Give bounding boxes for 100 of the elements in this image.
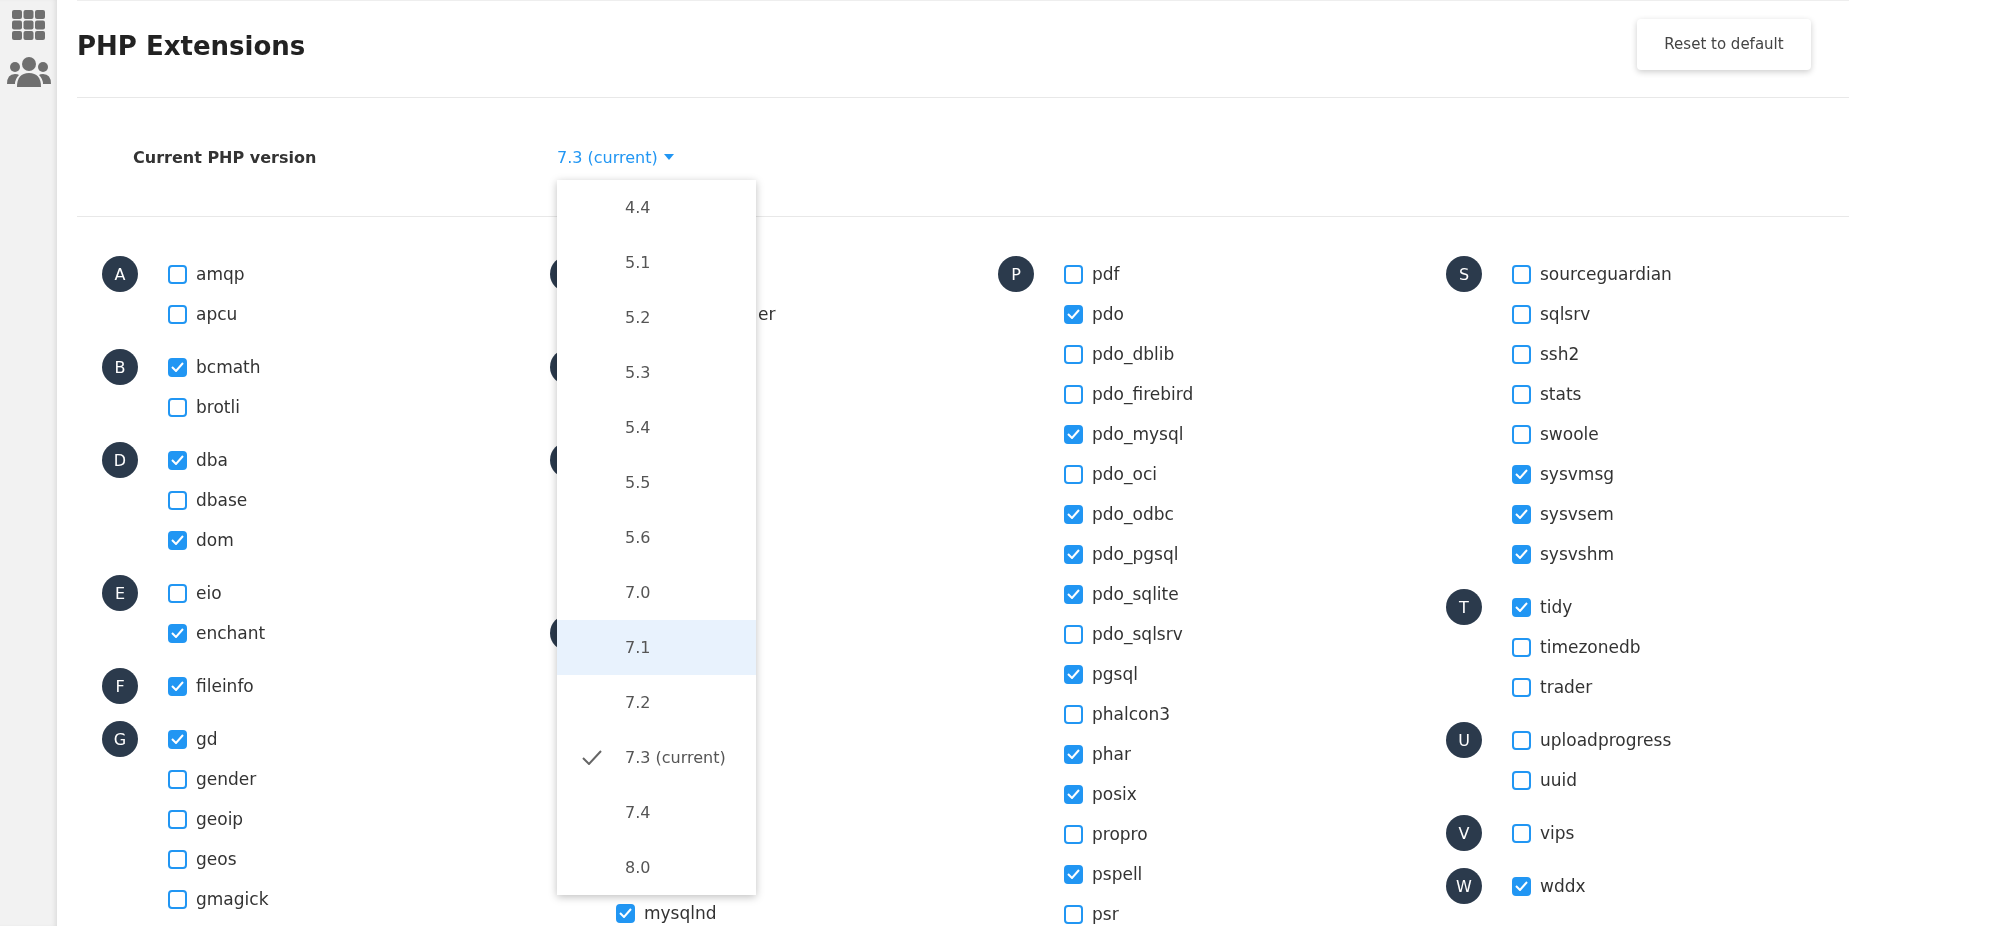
extension-label: apcu	[196, 304, 238, 324]
checkbox[interactable]	[1064, 664, 1083, 684]
extension-label: gender	[196, 769, 257, 789]
extension-label: er	[758, 304, 776, 324]
checkbox[interactable]	[168, 397, 187, 417]
checkbox[interactable]	[168, 889, 187, 909]
checkbox[interactable]	[1064, 744, 1083, 764]
version-option[interactable]: 5.6	[557, 509, 756, 565]
checkbox[interactable]	[1512, 637, 1531, 657]
version-option[interactable]: 5.2	[557, 289, 756, 345]
checkbox[interactable]	[1512, 304, 1531, 324]
checkbox[interactable]	[1064, 464, 1083, 484]
checkbox[interactable]	[168, 729, 187, 749]
extension-label: sysvmsg	[1540, 464, 1615, 484]
checkbox[interactable]	[1064, 904, 1083, 924]
checkbox[interactable]	[168, 623, 187, 643]
checkbox[interactable]	[1512, 544, 1531, 564]
version-option[interactable]: 5.1	[557, 234, 756, 290]
caret-icon	[663, 154, 674, 160]
letter-badge: S	[1446, 256, 1482, 292]
extension-label: pdo_dblib	[1092, 344, 1175, 364]
version-option[interactable]: 7.1	[557, 619, 756, 675]
version-option[interactable]: 5.3	[557, 344, 756, 400]
extension-label: brotli	[196, 397, 240, 417]
extension-label: pdo_odbc	[1092, 504, 1174, 524]
checkbox[interactable]	[1064, 584, 1083, 604]
extension-label: sysvshm	[1540, 544, 1615, 564]
version-label: Current PHP version	[133, 147, 318, 167]
checkbox[interactable]	[1512, 730, 1531, 750]
extension-label: geos	[196, 849, 237, 869]
checkbox[interactable]	[1064, 704, 1083, 724]
version-option[interactable]: 7.0	[557, 564, 756, 620]
apps-grid-icon[interactable]	[11, 10, 46, 40]
checkbox[interactable]	[1064, 264, 1083, 284]
version-option[interactable]: 4.4	[557, 179, 756, 235]
checkbox[interactable]	[1512, 464, 1531, 484]
checkbox[interactable]	[1512, 344, 1531, 364]
version-option[interactable]: 8.0	[557, 839, 756, 895]
checkbox[interactable]	[1064, 784, 1083, 804]
extension-label: dba	[196, 450, 228, 470]
checkbox[interactable]	[1512, 876, 1531, 896]
users-icon[interactable]	[6, 56, 51, 88]
extension-label: bcmath	[196, 357, 261, 377]
extension-label: pgsql	[1092, 664, 1138, 684]
checkbox[interactable]	[168, 676, 187, 696]
extension-label: timezonedb	[1540, 637, 1641, 657]
checkbox[interactable]	[168, 530, 187, 550]
extension-label: dbase	[196, 490, 248, 510]
version-option[interactable]: 7.2	[557, 674, 756, 730]
extension-label: phar	[1092, 744, 1131, 764]
reset-button[interactable]: Reset to default	[1637, 18, 1811, 70]
extension-label: uploadprogress	[1540, 730, 1672, 750]
checkbox[interactable]	[168, 450, 187, 470]
letter-badge: W	[1446, 868, 1482, 904]
extension-label: geoip	[196, 809, 244, 829]
checkbox[interactable]	[1064, 344, 1083, 364]
version-option[interactable]: 7.4	[557, 784, 756, 840]
checkbox[interactable]	[1064, 544, 1083, 564]
version-option[interactable]: 5.4	[557, 399, 756, 455]
checkbox[interactable]	[1512, 264, 1531, 284]
checkbox[interactable]	[1512, 823, 1531, 843]
extension-label: psr	[1092, 904, 1119, 924]
checkbox[interactable]	[168, 809, 187, 829]
checkbox[interactable]	[1064, 504, 1083, 524]
checkbox[interactable]	[1512, 770, 1531, 790]
checkbox[interactable]	[168, 490, 187, 510]
letter-badge: U	[1446, 722, 1482, 758]
checkbox[interactable]	[1064, 384, 1083, 404]
checkbox[interactable]	[1064, 824, 1083, 844]
letter-badge: B	[102, 349, 138, 385]
checkbox[interactable]	[1064, 424, 1083, 444]
extension-label: pdo_pgsql	[1092, 544, 1179, 564]
checkbox[interactable]	[168, 357, 187, 377]
extension-label: tidy	[1540, 597, 1573, 617]
extension-label: wddx	[1540, 876, 1586, 896]
checkbox[interactable]	[1512, 597, 1531, 617]
extension-label: fileinfo	[196, 676, 254, 696]
checkbox[interactable]	[168, 264, 187, 284]
version-option[interactable]: 5.5	[557, 454, 756, 510]
checkbox[interactable]	[1512, 677, 1531, 697]
checkbox[interactable]	[1512, 384, 1531, 404]
checkbox[interactable]	[1064, 864, 1083, 884]
checkbox[interactable]	[168, 583, 187, 603]
extension-label: trader	[1540, 677, 1593, 697]
checkbox[interactable]	[1512, 424, 1531, 444]
checkbox[interactable]	[168, 769, 187, 789]
extension-label: gmagick	[196, 889, 269, 909]
checkbox[interactable]	[168, 849, 187, 869]
version-option[interactable]: 7.3 (current)	[557, 729, 756, 785]
checkbox[interactable]	[1512, 504, 1531, 524]
extension-label: sqlsrv	[1540, 304, 1591, 324]
letter-badge: F	[102, 668, 138, 704]
checkbox[interactable]	[1064, 304, 1083, 324]
letter-badge: V	[1446, 815, 1482, 851]
checkbox[interactable]	[168, 304, 187, 324]
extension-label: swoole	[1540, 424, 1599, 444]
extension-label: pdo	[1092, 304, 1124, 324]
checkbox[interactable]	[1064, 624, 1083, 644]
extension-label: ssh2	[1540, 344, 1580, 364]
checkbox[interactable]	[616, 903, 635, 923]
